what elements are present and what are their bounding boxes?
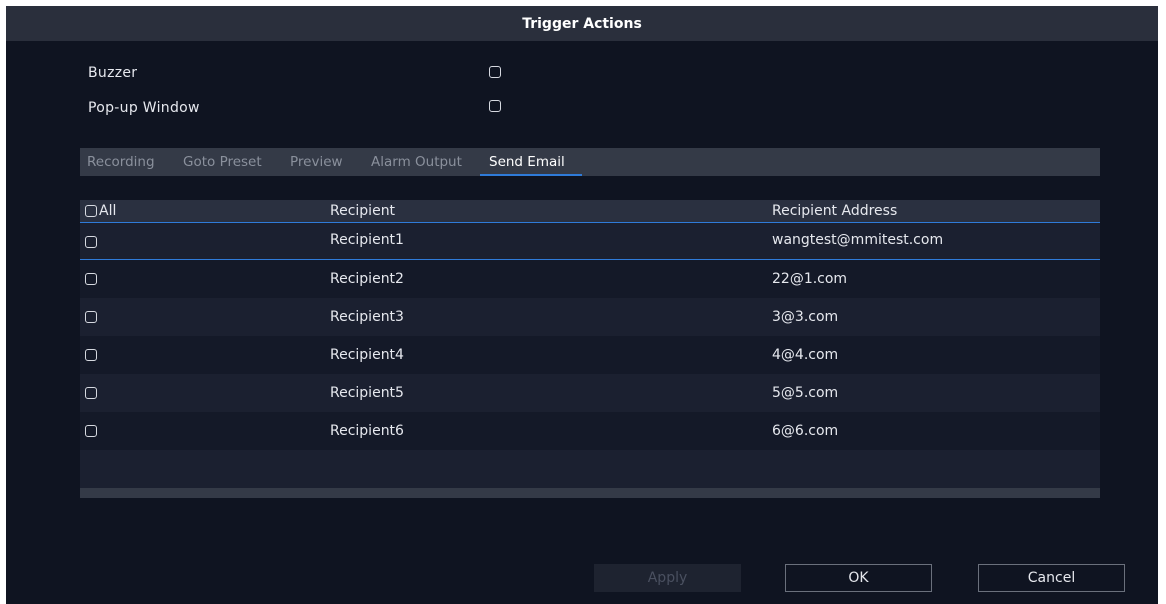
horizontal-scrollbar[interactable] — [80, 488, 1100, 498]
recipient-name: Recipient3 — [330, 309, 404, 325]
row-checkbox[interactable] — [85, 311, 97, 323]
buzzer-row: Buzzer — [88, 61, 137, 85]
dialog-title: Trigger Actions — [6, 6, 1158, 41]
recipient-name: Recipient6 — [330, 423, 404, 439]
row-checkbox[interactable] — [85, 349, 97, 361]
popup-window-checkbox[interactable] — [489, 100, 501, 112]
header-recipient-address: Recipient Address — [772, 203, 898, 219]
recipient-name: Recipient4 — [330, 347, 404, 363]
select-all-checkbox[interactable] — [85, 205, 97, 217]
row-checkbox[interactable] — [85, 387, 97, 399]
tab-send-email[interactable]: Send Email — [489, 148, 565, 176]
recipient-table: All Recipient Recipient Address Recipien… — [80, 200, 1100, 498]
recipient-name: Recipient5 — [330, 385, 404, 401]
popup-window-row: Pop-up Window — [88, 96, 200, 120]
tab-goto-preset[interactable]: Goto Preset — [183, 148, 262, 176]
action-tabs: Recording Goto Preset Preview Alarm Outp… — [80, 148, 1100, 176]
header-recipient: Recipient — [330, 203, 396, 219]
recipient-address: 5@5.com — [772, 385, 839, 401]
table-row[interactable]: Recipient6 6@6.com — [80, 412, 1100, 450]
recipient-address: 22@1.com — [772, 271, 848, 287]
popup-window-label: Pop-up Window — [88, 100, 200, 116]
buzzer-checkbox[interactable] — [489, 66, 501, 78]
cancel-button[interactable]: Cancel — [978, 564, 1125, 592]
table-row[interactable]: Recipient1 wangtest@mmitest.com — [80, 222, 1100, 260]
header-all: All — [99, 203, 117, 219]
tab-alarm-output[interactable]: Alarm Output — [371, 148, 462, 176]
recipient-address: 4@4.com — [772, 347, 839, 363]
row-checkbox[interactable] — [85, 236, 97, 248]
tab-recording[interactable]: Recording — [87, 148, 155, 176]
table-row[interactable]: Recipient5 5@5.com — [80, 374, 1100, 412]
table-header: All Recipient Recipient Address — [80, 200, 1100, 223]
table-row[interactable]: Recipient2 22@1.com — [80, 260, 1100, 298]
table-row[interactable]: Recipient3 3@3.com — [80, 298, 1100, 336]
apply-button[interactable]: Apply — [594, 564, 741, 592]
recipient-name: Recipient1 — [330, 232, 404, 248]
recipient-name: Recipient2 — [330, 271, 404, 287]
trigger-actions-dialog: Trigger Actions Buzzer Pop-up Window Rec… — [6, 6, 1158, 604]
row-checkbox[interactable] — [85, 273, 97, 285]
active-tab-indicator — [480, 174, 582, 176]
tab-preview[interactable]: Preview — [290, 148, 343, 176]
table-row[interactable]: Recipient4 4@4.com — [80, 336, 1100, 374]
recipient-address: wangtest@mmitest.com — [772, 232, 944, 248]
ok-button[interactable]: OK — [785, 564, 932, 592]
buzzer-label: Buzzer — [88, 65, 138, 81]
recipient-address: 6@6.com — [772, 423, 839, 439]
recipient-address: 3@3.com — [772, 309, 839, 325]
row-checkbox[interactable] — [85, 425, 97, 437]
